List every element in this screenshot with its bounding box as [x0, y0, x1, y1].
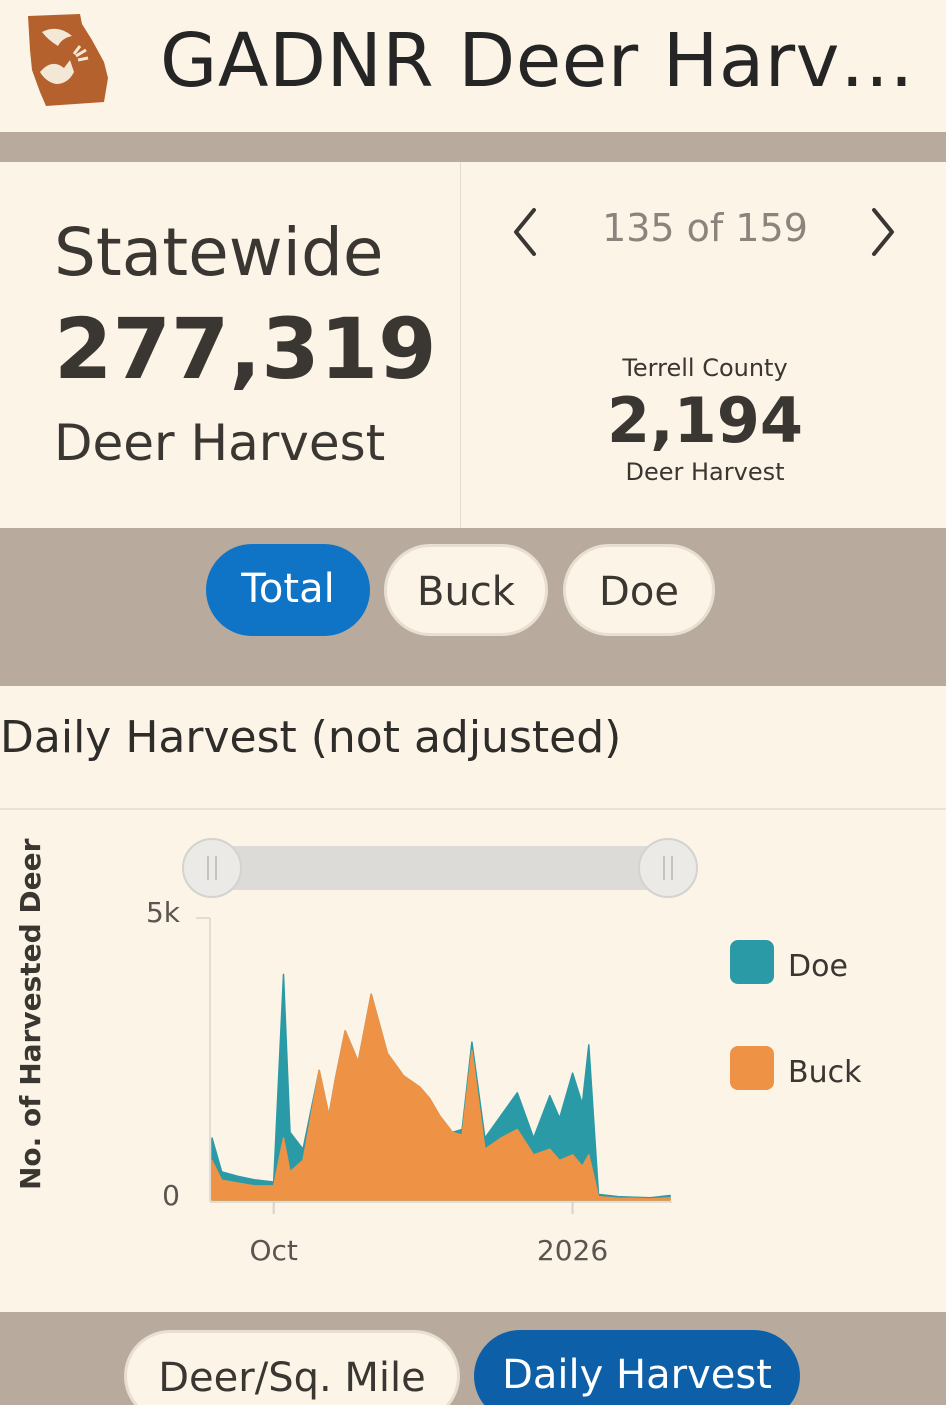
app-header: GADNR Deer Harv… — [0, 0, 946, 132]
county-value: 2,194 — [606, 384, 804, 457]
range-slider-left-handle[interactable] — [182, 838, 242, 898]
range-slider[interactable] — [182, 838, 698, 898]
y-tick-label: 0 — [162, 1179, 180, 1212]
pager-counter: 135 of 159 — [602, 206, 808, 250]
range-slider-track[interactable] — [186, 846, 696, 890]
georgia-state-deer-logo — [28, 14, 108, 106]
app-title: GADNR Deer Harv… — [160, 18, 915, 104]
legend-label-doe: Doe — [788, 949, 848, 984]
range-slider-right-handle[interactable] — [638, 838, 698, 898]
chevron-left-icon[interactable] — [506, 202, 546, 262]
chart-svg: 5k 0 No. of Harvested Deer Oct 2026 Doe B… — [14, 838, 862, 1267]
stats-divider — [460, 162, 461, 528]
filter-buck-button[interactable]: Buck — [384, 544, 548, 636]
chevron-right-icon[interactable] — [862, 202, 902, 262]
county-sublabel: Deer Harvest — [625, 458, 785, 486]
legend-label-buck: Buck — [788, 1055, 862, 1090]
daily-harvest-chart: 5k 0 No. of Harvested Deer Oct 2026 Doe B… — [0, 810, 946, 1312]
filter-total-button[interactable]: Total — [206, 544, 370, 636]
view-daily-harvest-button[interactable]: Daily Harvest — [474, 1330, 800, 1405]
legend-swatch-buck — [730, 1046, 774, 1090]
stats-panel: Statewide 277,319 Deer Harvest 135 of 15… — [0, 162, 946, 528]
legend-swatch-doe — [730, 940, 774, 984]
chart-series-group — [211, 973, 671, 1201]
x-tick-label: 2026 — [537, 1234, 608, 1267]
view-density-button[interactable]: Deer/Sq. Mile — [124, 1330, 460, 1405]
x-axis-ticks: Oct 2026 — [250, 1202, 608, 1267]
statewide-sublabel: Deer Harvest — [54, 414, 386, 472]
county-name: Terrell County — [622, 354, 788, 382]
header-divider-band — [0, 132, 946, 162]
statewide-label: Statewide — [54, 214, 384, 291]
y-tick-label: 5k — [146, 896, 181, 929]
filter-band: Total Buck Doe — [0, 528, 946, 686]
statewide-value: 277,319 — [54, 300, 437, 398]
view-band: Deer/Sq. Mile Daily Harvest — [0, 1312, 946, 1405]
section-title: Daily Harvest (not adjusted) — [0, 712, 622, 763]
x-tick-label: Oct — [250, 1234, 298, 1267]
y-axis-label: No. of Harvested Deer — [14, 838, 47, 1190]
chart-legend: Doe Buck — [730, 940, 862, 1090]
filter-doe-button[interactable]: Doe — [563, 544, 715, 636]
